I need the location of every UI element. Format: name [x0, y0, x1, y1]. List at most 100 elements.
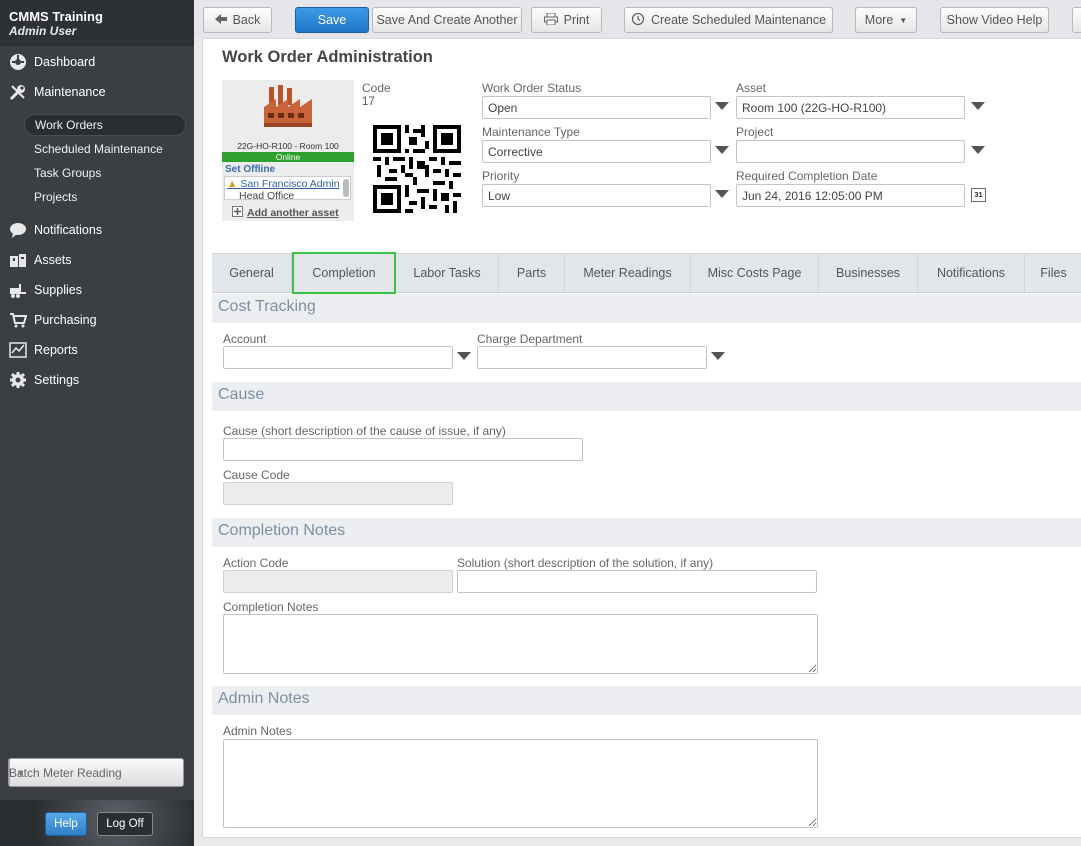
- add-another-asset-label: Add another asset: [247, 207, 339, 219]
- sidebar-item-supplies[interactable]: Supplies: [0, 277, 194, 303]
- tab-labor-tasks[interactable]: Labor Tasks: [396, 254, 499, 292]
- asset-label: Asset: [736, 81, 767, 95]
- back-label: Back: [232, 13, 261, 27]
- sidebar-subitem-scheduled-maintenance[interactable]: Scheduled Maintenance: [24, 138, 186, 160]
- page-title: Work Order Administration: [222, 48, 433, 66]
- chevron-down-icon[interactable]: [457, 352, 471, 360]
- sidebar-subitem-projects[interactable]: Projects: [24, 186, 186, 208]
- tab-general[interactable]: General: [212, 254, 292, 292]
- show-video-help-button[interactable]: Show Video Help: [940, 7, 1049, 33]
- chevron-down-icon[interactable]: [715, 102, 729, 110]
- sidebar-item-label: Notifications: [34, 223, 103, 237]
- maintenance-type-label: Maintenance Type: [482, 125, 580, 139]
- chevron-down-icon[interactable]: [971, 102, 985, 110]
- chevron-down-icon[interactable]: [715, 146, 729, 154]
- account-select[interactable]: [223, 346, 453, 369]
- tab-completion[interactable]: Completion: [292, 252, 396, 301]
- set-offline-link[interactable]: Set Offline: [225, 164, 275, 175]
- project-select[interactable]: [736, 140, 965, 163]
- list-item[interactable]: Head Office: [239, 190, 294, 199]
- work-order-status-select[interactable]: Open: [482, 96, 711, 119]
- history-clock-icon: [631, 12, 645, 29]
- tab-meter-readings[interactable]: Meter Readings: [565, 254, 691, 292]
- cause-heading: Cause: [212, 382, 1081, 411]
- admin-notes-textarea[interactable]: [223, 739, 818, 828]
- add-another-asset-link[interactable]: Add another asset: [232, 206, 339, 220]
- chevron-down-icon[interactable]: [971, 146, 985, 154]
- sidebar-item-assets[interactable]: Assets: [0, 247, 194, 273]
- action-code-label: Action Code: [223, 556, 289, 570]
- cause-code-label: Cause Code: [223, 468, 290, 482]
- save-button[interactable]: Save: [295, 7, 369, 33]
- action-code-input[interactable]: [223, 570, 453, 593]
- admin-notes-label: Admin Notes: [223, 724, 292, 738]
- toolbar-overflow-button[interactable]: [1072, 7, 1081, 33]
- sidebar-subitem-label: Scheduled Maintenance: [34, 142, 163, 156]
- tab-files[interactable]: Files: [1025, 254, 1081, 292]
- batch-meter-reading-label: Batch Meter Reading: [9, 765, 122, 780]
- cause-input[interactable]: [223, 438, 583, 461]
- required-completion-date-label: Required Completion Date: [736, 169, 878, 183]
- tab-parts[interactable]: Parts: [499, 254, 565, 292]
- tab-misc-costs-page[interactable]: Misc Costs Page: [691, 254, 819, 292]
- caret-down-icon: ▼: [899, 15, 908, 25]
- required-completion-date-input[interactable]: Jun 24, 2016 12:05:00 PM: [736, 184, 965, 207]
- forklift-icon: [9, 281, 27, 299]
- arrow-left-icon: [214, 13, 227, 27]
- solution-label: Solution (short description of the solut…: [457, 556, 714, 570]
- asset-select[interactable]: Room 100 (22G-HO-R100): [736, 96, 965, 119]
- sidebar-item-maintenance[interactable]: Maintenance: [0, 79, 194, 105]
- sidebar-item-label: Supplies: [34, 283, 82, 297]
- sidebar-item-reports[interactable]: Reports: [0, 337, 194, 363]
- dashboard-icon: [9, 53, 27, 71]
- asset-location-list[interactable]: ▲ San Francisco Admin Head Office: [224, 176, 351, 200]
- scrollbar[interactable]: [343, 179, 349, 197]
- chart-icon: [9, 341, 27, 359]
- sidebar-item-settings[interactable]: Settings: [0, 367, 194, 393]
- list-item[interactable]: ▲ San Francisco Admin: [227, 178, 340, 190]
- batch-meter-reading-button[interactable]: Batch Meter Reading ▼: [8, 758, 184, 787]
- chat-bubble-icon: [9, 221, 27, 239]
- save-and-create-another-button[interactable]: Save And Create Another: [372, 7, 522, 33]
- chevron-down-icon[interactable]: [711, 352, 725, 360]
- user-name: Admin User: [9, 24, 77, 38]
- sidebar: CMMS Training Admin User Dashboard Maint…: [0, 0, 194, 846]
- more-button[interactable]: More ▼: [855, 7, 917, 33]
- maintenance-type-select[interactable]: Corrective: [482, 140, 711, 163]
- cost-tracking-heading: Cost Tracking: [212, 294, 1081, 323]
- qr-code: [373, 125, 461, 213]
- charge-department-select[interactable]: [477, 346, 707, 369]
- help-button[interactable]: Help: [45, 812, 87, 836]
- back-button[interactable]: Back: [203, 7, 272, 33]
- work-order-status-label: Work Order Status: [482, 81, 582, 95]
- sidebar-item-dashboard[interactable]: Dashboard: [0, 49, 194, 75]
- toolbar: Back Save Save And Create Another Print …: [194, 0, 1081, 38]
- charge-department-label: Charge Department: [477, 332, 583, 346]
- tab-businesses[interactable]: Businesses: [819, 254, 918, 292]
- sidebar-item-purchasing[interactable]: Purchasing: [0, 307, 194, 333]
- code-label: Code: [362, 81, 391, 95]
- create-scheduled-maintenance-button[interactable]: Create Scheduled Maintenance: [624, 7, 833, 33]
- completion-notes-textarea[interactable]: [223, 614, 818, 674]
- location-icon: ▲: [227, 178, 238, 190]
- calendar-icon[interactable]: 31: [971, 188, 986, 202]
- priority-select[interactable]: Low: [482, 184, 711, 207]
- gear-icon: [9, 371, 27, 389]
- sidebar-subitem-work-orders[interactable]: Work Orders: [24, 114, 186, 136]
- sidebar-subitem-task-groups[interactable]: Task Groups: [24, 162, 186, 184]
- sidebar-item-label: Settings: [34, 373, 80, 387]
- solution-input[interactable]: [457, 570, 817, 593]
- completion-notes-heading: Completion Notes: [212, 518, 1081, 547]
- completion-notes-label: Completion Notes: [223, 600, 319, 614]
- wrench-icon: [9, 83, 27, 101]
- more-label: More: [864, 13, 894, 27]
- tab-notifications[interactable]: Notifications: [918, 254, 1025, 292]
- chevron-down-icon[interactable]: [715, 190, 729, 198]
- print-button[interactable]: Print: [531, 7, 602, 33]
- printer-icon: [543, 12, 558, 28]
- sidebar-item-notifications[interactable]: Notifications: [0, 217, 194, 243]
- create-scheduled-maintenance-label: Create Scheduled Maintenance: [650, 13, 827, 27]
- cause-label: Cause (short description of the cause of…: [223, 424, 506, 438]
- cause-code-input[interactable]: [223, 482, 453, 505]
- log-off-button[interactable]: Log Off: [97, 812, 153, 836]
